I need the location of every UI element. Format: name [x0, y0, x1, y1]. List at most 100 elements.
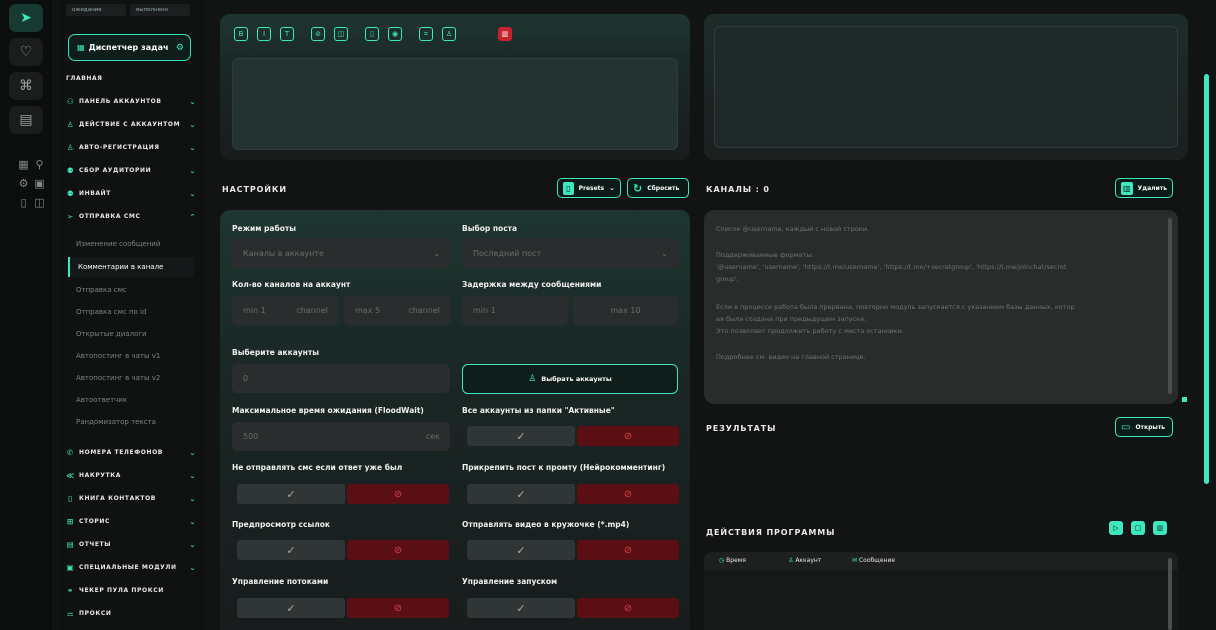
preview-area[interactable] [714, 26, 1178, 148]
status-tab-done[interactable]: выполнено [130, 4, 190, 16]
launch-label: Управление запуском [462, 577, 558, 586]
status-tab-pending[interactable]: ожидание [66, 4, 126, 16]
bold-icon[interactable]: B [234, 27, 248, 41]
nav-sms[interactable]: ➢ ОТПРАВКА СМС ⌃ [66, 212, 202, 221]
chevron-down-icon: ⌄ [189, 97, 196, 106]
toggle-yes[interactable]: ✓ [467, 484, 575, 504]
message-textarea[interactable] [232, 58, 678, 150]
sidebar-item-open-dialogs[interactable]: Открытые диалоги [68, 324, 194, 344]
toggle-no[interactable]: ⊘ [577, 598, 679, 618]
sidebar-item-text-randomizer[interactable]: Рандомизатор текста [68, 412, 194, 432]
delay-min-input[interactable]: min 1 [462, 296, 568, 325]
icon-rail: ➤ ♡ ⌘ ▤ ▦ ⚲ ⚙ ▣ ▯ ◫ [0, 0, 52, 630]
post-select[interactable]: Последний пост ⌄ [462, 238, 678, 268]
message-editor-panel: B I T ⊘ ◫ ▯ ◉ ⌗ ♙ ▥ [220, 14, 690, 160]
chevron-down-icon: ⌄ [433, 248, 440, 258]
nav-label: СТОРИС [79, 518, 111, 525]
video-label: Отправлять видео в кружочке (*.mp4) [462, 520, 630, 529]
sidebar-item-edit-messages[interactable]: Изменение сообщений [68, 234, 194, 254]
toggle-no[interactable]: ⊘ [347, 540, 449, 560]
channels-max-input[interactable]: max 5 channel [344, 296, 450, 325]
log-scrollbar[interactable] [1168, 558, 1172, 630]
channels-min-input[interactable]: min 1 channel [232, 296, 338, 325]
toggle-no[interactable]: ⊘ [577, 540, 679, 560]
trash-icon[interactable]: ▥ [1153, 521, 1167, 535]
nav-proxy-checker[interactable]: ⚭ ЧЕКЕР ПУЛА ПРОКСИ [66, 586, 202, 595]
reset-button[interactable]: ↻ Сбросить [627, 178, 689, 198]
nav-account-actions[interactable]: ♙ ДЕЙСТВИЕ С АККАУНТОМ ⌄ [66, 120, 202, 129]
nav-reports[interactable]: ▤ ОТЧЕТЫ ⌄ [66, 540, 202, 549]
toggle-no[interactable]: ⊘ [347, 484, 449, 504]
doc-icon[interactable]: ▯ [17, 196, 30, 209]
user-icon[interactable]: ⚲ [33, 158, 46, 171]
toggle-no[interactable]: ⊘ [577, 484, 679, 504]
sidebar-item-autopost-v1[interactable]: Автопостинг в чаты v1 [68, 346, 194, 366]
nav-accounts-panel[interactable]: ⚇ ПАНЕЛЬ АККАУНТОВ ⌄ [66, 97, 202, 106]
toggle-yes[interactable]: ✓ [237, 598, 345, 618]
page-scrollbar[interactable] [1204, 74, 1209, 484]
nav-boost[interactable]: ≪ НАКРУТКА ⌄ [66, 471, 202, 480]
nav-contacts[interactable]: ▯ КНИГА КОНТАКТОВ ⌄ [66, 494, 202, 503]
apps-icon[interactable]: ◫ [33, 196, 46, 209]
delete-label: Удалить [1137, 184, 1167, 192]
italic-icon[interactable]: I [257, 27, 271, 41]
open-button[interactable]: ▭ Открыть [1115, 417, 1173, 437]
media-icon[interactable]: ◉ [388, 27, 402, 41]
user-icon: ♙ [528, 374, 537, 384]
nav-invite[interactable]: ⚉ ИНВАЙТ ⌄ [66, 189, 202, 198]
text-icon[interactable]: T [280, 27, 294, 41]
grid-icon[interactable]: ▦ [17, 158, 30, 171]
link-icon[interactable]: ⊘ [311, 27, 325, 41]
channels-min-unit: channel [296, 306, 328, 315]
toggle-yes[interactable]: ✓ [467, 540, 575, 560]
play-icon[interactable]: ▷ [1109, 521, 1123, 535]
image-icon[interactable]: ▣ [33, 177, 46, 190]
heart-icon[interactable]: ♡ [9, 38, 43, 66]
delete-button[interactable]: ▥ Удалить [1115, 178, 1173, 198]
format-icon[interactable]: ⌗ [419, 27, 433, 41]
nav-main[interactable]: ГЛАВНАЯ [66, 75, 202, 82]
nav-special-modules[interactable]: ▣ СПЕЦИАЛЬНЫЕ МОДУЛИ ⌄ [66, 563, 202, 572]
send-icon[interactable]: ➤ [9, 4, 43, 32]
sidebar-item-send-sms-id[interactable]: Отправка смс по id [68, 302, 194, 322]
user-icon[interactable]: ♙ [442, 27, 456, 41]
toggle-yes[interactable]: ✓ [237, 540, 345, 560]
sidebar-item-autopost-v2[interactable]: Автопостинг в чаты v2 [68, 368, 194, 388]
spoiler-icon[interactable]: ◫ [334, 27, 348, 41]
presets-button[interactable]: ▯ Presets ⌄ [557, 178, 621, 198]
resize-handle-icon[interactable] [1182, 397, 1187, 402]
sidebar-item-send-sms[interactable]: Отправка смс [68, 280, 194, 300]
nav-auto-registration[interactable]: ♙ АВТО-РЕГИСТРАЦИЯ ⌄ [66, 143, 202, 152]
clipboard-icon: ▯ [563, 181, 574, 195]
toggle-yes[interactable]: ✓ [237, 484, 345, 504]
invite-icon: ⚉ [66, 189, 75, 198]
floodwait-input[interactable]: 500 сек [232, 422, 450, 451]
delay-max-input[interactable]: max 10 [573, 296, 678, 325]
sidebar-item-autoresponder[interactable]: Автоответчик [68, 390, 194, 410]
chevron-down-icon: ⌄ [189, 494, 196, 503]
nav-audience[interactable]: ⚉ СБОР АУДИТОРИИ ⌄ [66, 166, 202, 175]
settings-icon[interactable]: ⚙ [17, 177, 30, 190]
task-dispatcher-button[interactable]: ▦ Диспетчер задач ⚙ [68, 34, 191, 61]
sidebar-item-channel-comments[interactable]: Комментарии в канале [68, 257, 194, 277]
select-accounts-button[interactable]: ♙ Выбрать аккаунты [462, 364, 678, 394]
nav-proxy[interactable]: ⚎ ПРОКСИ [66, 609, 202, 618]
toggle-no[interactable]: ⊘ [577, 426, 679, 446]
trash-icon[interactable]: ▥ [498, 27, 512, 41]
active-folder-toggle[interactable]: ✓ ⊘ [467, 426, 907, 450]
mode-select[interactable]: Каналы в аккаунте ⌄ [232, 238, 450, 268]
nav-phone-numbers[interactable]: ✆ НОМЕРА ТЕЛЕФОНОВ ⌄ [66, 448, 202, 457]
file-icon[interactable]: ▯ [365, 27, 379, 41]
channels-textarea[interactable]: Список @username, каждый с новой строки.… [704, 210, 1178, 404]
toggle-yes[interactable]: ✓ [467, 598, 575, 618]
command-icon[interactable]: ⌘ [9, 72, 43, 100]
stop-icon[interactable]: ▢ [1131, 521, 1145, 535]
database-icon[interactable]: ▤ [9, 106, 43, 134]
nav-stories[interactable]: ⊞ СТОРИС ⌄ [66, 517, 202, 526]
toggle-no[interactable]: ⊘ [347, 598, 449, 618]
accounts-input[interactable]: 0 [232, 364, 450, 393]
attach-toggle[interactable]: ✓ ⊘ [467, 484, 907, 508]
channels-scrollbar[interactable] [1168, 218, 1172, 394]
toggle-yes[interactable]: ✓ [467, 426, 575, 446]
settings-header: НАСТРОЙКИ [222, 185, 287, 194]
